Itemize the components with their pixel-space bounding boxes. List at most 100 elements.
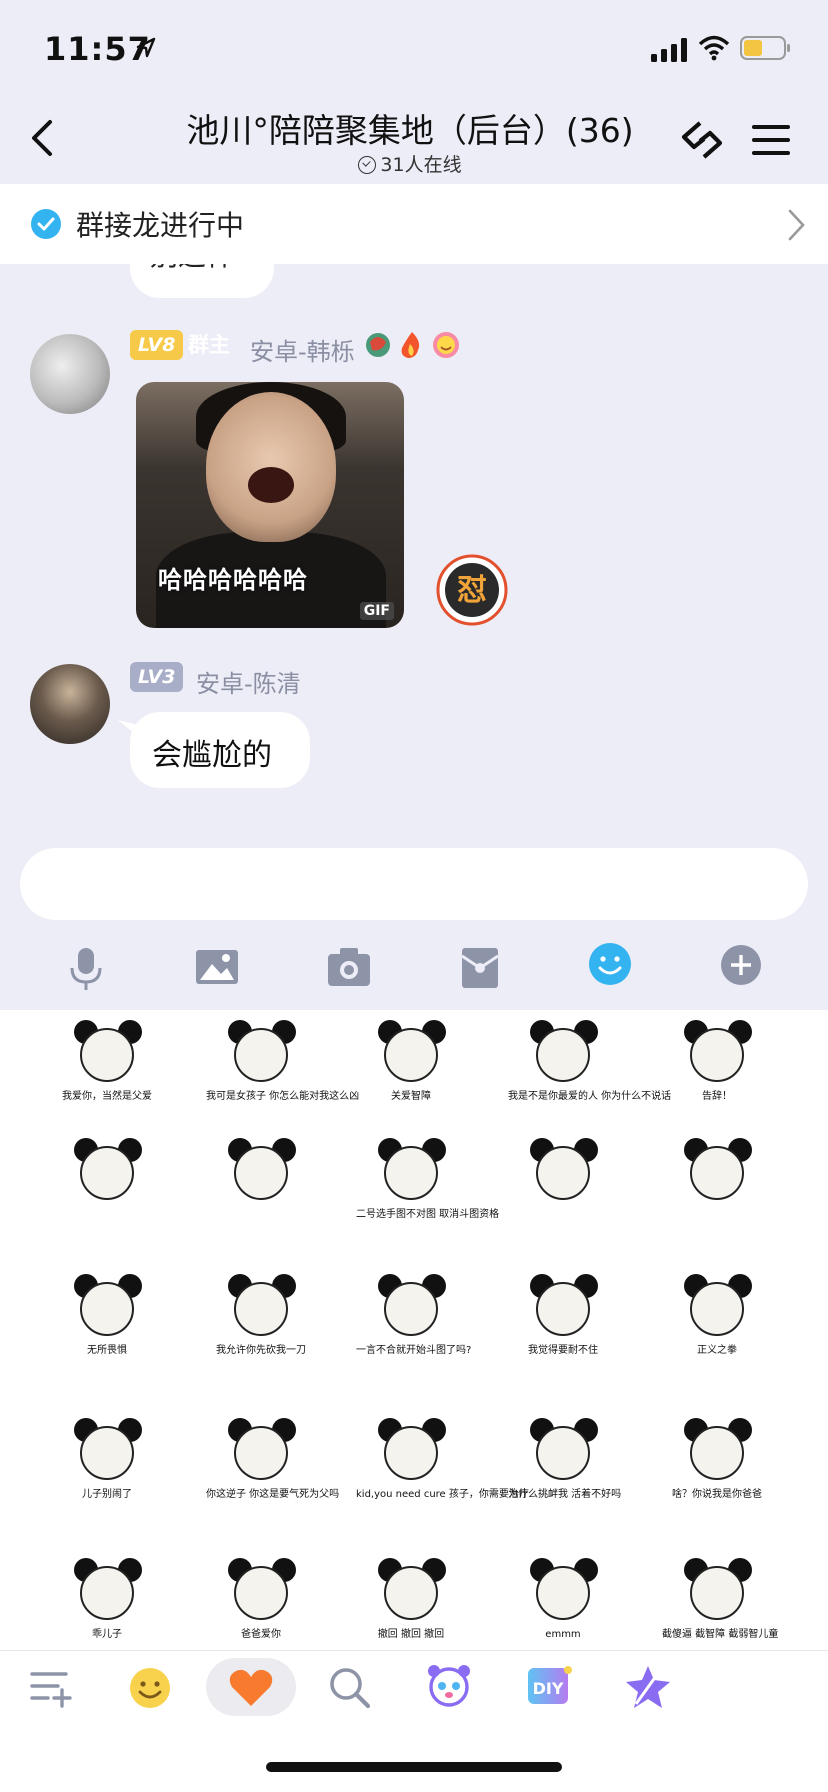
sticker-item[interactable]: 截傻逼 截智障 截弱智儿童 (662, 1548, 779, 1650)
list-add-icon[interactable] (30, 1668, 74, 1708)
sticker-item[interactable]: 正义之拳 (662, 1264, 772, 1374)
sticker-face-shape (384, 1426, 438, 1480)
sticker-item[interactable]: 一言不合就开始斗图了吗? (356, 1264, 471, 1374)
sender-name[interactable]: 安卓-韩栎 (250, 332, 355, 367)
sticker-item[interactable]: 我觉得要耐不住 (508, 1264, 618, 1374)
sticker-face-shape (384, 1146, 438, 1200)
check-badge-icon (30, 208, 62, 240)
link-icon[interactable] (678, 117, 726, 163)
sticker-caption: 我觉得要耐不住 (528, 1345, 598, 1356)
sticker-item[interactable] (52, 1128, 162, 1238)
sticker-item[interactable]: 我爱你，当然是父爱 (52, 1010, 162, 1120)
sticker-face-shape (80, 1282, 134, 1336)
sticker-caption: 告辞！ (702, 1091, 732, 1102)
sticker-item[interactable]: 无所畏惧 (52, 1264, 162, 1374)
sticker-caption: 乖儿子 (92, 1629, 122, 1640)
sticker-item[interactable]: 为什么挑衅我 活着不好吗 (508, 1408, 621, 1518)
sticker-face-shape (384, 1028, 438, 1082)
level-text: LV8 (138, 334, 176, 356)
home-indicator[interactable] (266, 1762, 562, 1772)
gif-caption: 哈哈哈哈哈哈 (158, 566, 308, 594)
sticker-face-shape (80, 1146, 134, 1200)
heart-icon[interactable] (228, 1668, 274, 1708)
battery-icon (740, 36, 790, 60)
sticker-face-shape (690, 1566, 744, 1620)
magic-icon[interactable] (626, 1664, 672, 1710)
panda-icon[interactable] (426, 1662, 472, 1708)
sticker-face-shape (690, 1028, 744, 1082)
sticker-item[interactable]: 爸爸爱你 (206, 1548, 316, 1650)
message-bubble[interactable]: 会尴尬的 (130, 712, 310, 788)
sticker-face-shape (234, 1566, 288, 1620)
camera-icon[interactable] (326, 946, 372, 988)
reaction-text: 怼 (457, 573, 487, 608)
reaction-icon[interactable]: 怼 (436, 554, 508, 626)
sticker-item[interactable]: 啥？你说我是你爸爸 (662, 1408, 772, 1518)
sticker-item[interactable]: 我可是女孩子 你怎么能对我这么凶 (206, 1010, 359, 1120)
sticker-caption: 我允许你先砍我一刀 (216, 1345, 306, 1356)
sticker-face-shape (234, 1028, 288, 1082)
svg-text:DIY: DIY (533, 1679, 564, 1698)
sender-name[interactable]: 安卓-陈清 (196, 664, 301, 699)
red-packet-icon[interactable] (460, 946, 500, 990)
sticker-face-shape (690, 1146, 744, 1200)
sticker-item[interactable]: 关爱智障 (356, 1010, 466, 1120)
sticker-caption: 二号选手图不对图 取消斗图资格 (356, 1209, 500, 1220)
avatar[interactable] (30, 664, 110, 744)
gif-tag: GIF (359, 602, 394, 620)
emoji-icon[interactable] (588, 942, 632, 986)
sticker-item[interactable]: 乖儿子 (52, 1548, 162, 1650)
chevron-right-icon[interactable] (786, 208, 806, 242)
sticker-panel: 我爱你，当然是父爱 我可是女孩子 你怎么能对我这么凶 关爱智障 我是不是你最爱的人 你… (0, 1010, 828, 1650)
wifi-icon (698, 35, 730, 61)
back-icon[interactable] (28, 118, 54, 158)
sticker-item[interactable]: emmm (508, 1548, 618, 1650)
level-text: LV3 (138, 666, 176, 688)
sticker-face-shape (80, 1426, 134, 1480)
search-icon[interactable] (328, 1666, 372, 1710)
sticker-item[interactable]: 我允许你先砍我一刀 (206, 1264, 316, 1374)
smile-badge-icon (433, 332, 459, 358)
level-badge: LV3 (130, 662, 184, 692)
online-check-icon (358, 156, 377, 174)
sticker-item[interactable] (206, 1128, 316, 1238)
gif-mouth-shape (248, 467, 294, 503)
sticker-face-shape (536, 1028, 590, 1082)
diy-icon[interactable]: DIY (526, 1664, 574, 1708)
chat-area: 别这样 LV8 群主 安卓-韩栎 哈哈哈哈哈哈 GIF 怼 LV3 安卓-陈清 … (0, 264, 828, 834)
sticker-face-shape (690, 1282, 744, 1336)
plus-icon[interactable] (720, 944, 762, 986)
sticker-item[interactable]: 告辞！ (662, 1010, 772, 1120)
message-text: 会尴尬的 (152, 738, 272, 773)
sticker-caption: 爸爸爱你 (241, 1629, 281, 1640)
sticker-item[interactable] (508, 1128, 618, 1238)
emoji-face-icon[interactable] (128, 1666, 172, 1710)
menu-icon[interactable] (752, 124, 790, 156)
sticker-item[interactable] (662, 1128, 772, 1238)
sticker-caption: kid,you need cure 孩子，你需要治疗 (356, 1489, 529, 1500)
gif-message[interactable]: 哈哈哈哈哈哈 GIF (136, 382, 404, 628)
sticker-item[interactable]: 二号选手图不对图 取消斗图资格 (356, 1128, 500, 1238)
sticker-item[interactable]: 我是不是你最爱的人 你为什么不说话 (508, 1010, 671, 1120)
image-icon[interactable] (194, 946, 240, 988)
microphone-icon[interactable] (66, 946, 106, 992)
message-input[interactable] (20, 848, 808, 920)
sticker-face-shape (536, 1282, 590, 1336)
avatar[interactable] (30, 334, 110, 414)
sticker-caption: 儿子别闹了 (82, 1489, 132, 1500)
sticker-face-shape (384, 1282, 438, 1336)
online-count-text: 31人在线 (380, 154, 462, 176)
sticker-face-shape (536, 1426, 590, 1480)
sticker-item[interactable]: 撤回 撤回 撤回 (356, 1548, 466, 1650)
online-count: 31人在线 (260, 150, 560, 177)
sticker-caption: 关爱智障 (391, 1091, 431, 1102)
sticker-face-shape (234, 1426, 288, 1480)
sticker-caption: 截傻逼 截智障 截弱智儿童 (662, 1629, 779, 1640)
sticker-item[interactable]: kid,you need cure 孩子，你需要治疗 (356, 1408, 529, 1518)
notice-text[interactable]: 群接龙进行中 (76, 204, 244, 244)
previous-message-bubble[interactable]: 别这样 (130, 264, 274, 298)
sticker-item[interactable]: 你这逆子 你这是要气死为父吗 (206, 1408, 339, 1518)
sticker-item[interactable]: 儿子别闹了 (52, 1408, 162, 1518)
owner-badge: 群主 (188, 333, 230, 357)
sticker-face-shape (234, 1146, 288, 1200)
